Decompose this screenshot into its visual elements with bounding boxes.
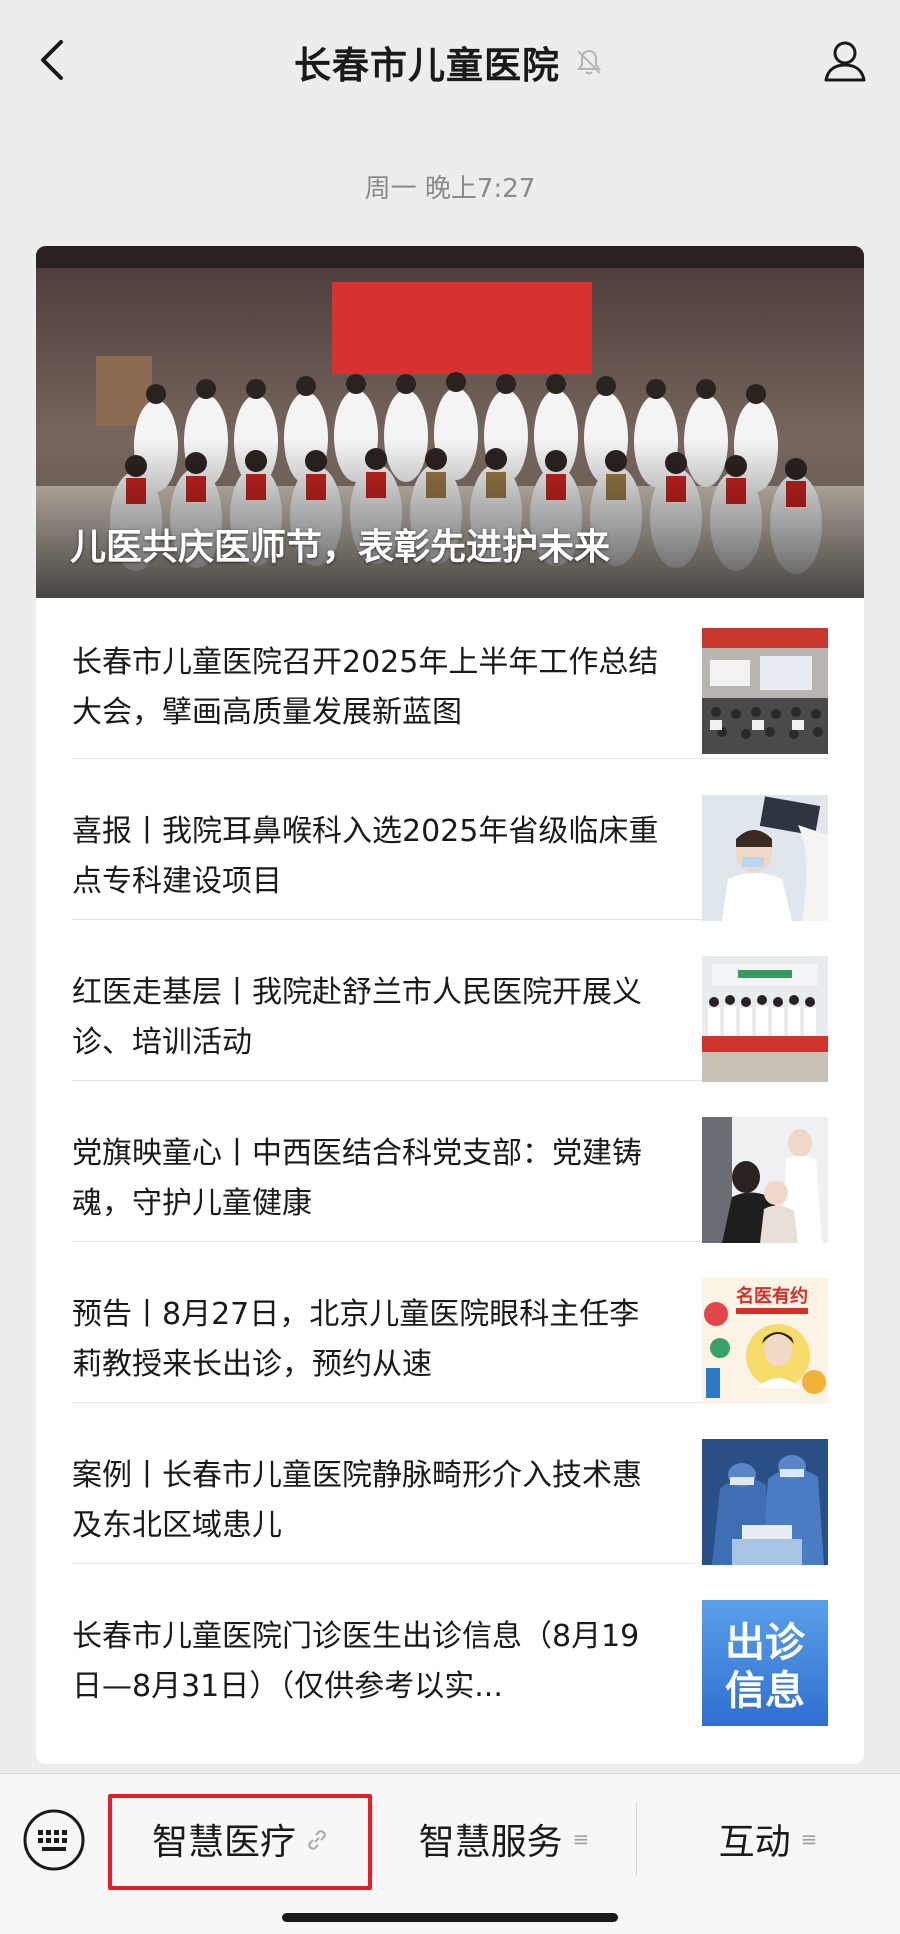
- doctor-xray-photo-icon: [702, 795, 828, 921]
- article-title: 案例丨长春市儿童医院静脉畸形介入技术惠及东北区域患儿: [72, 1458, 642, 1543]
- top-bar: 长春市儿童医院: [0, 0, 900, 120]
- famous-doctor-poster-icon: 名医有约: [702, 1278, 828, 1404]
- home-indicator: [282, 1913, 618, 1922]
- article-title: 预告丨8月27日，北京儿童医院眼科主任李莉教授来长出诊，预约从速: [72, 1297, 640, 1382]
- title-area: 长春市儿童医院: [0, 32, 900, 92]
- menu-smart-service[interactable]: 智慧服务 ≡: [372, 1774, 636, 1904]
- keyboard-toggle-button[interactable]: [22, 1808, 86, 1872]
- article-title: 长春市儿童医院门诊医生出诊信息（8月19日—8月31日）（仅供参考以实...: [72, 1619, 640, 1704]
- article-item[interactable]: 红医走基层丨我院赴舒兰市人民医院开展义诊、培训活动: [72, 920, 828, 1082]
- page-title: 长春市儿童医院: [294, 44, 560, 87]
- article-item[interactable]: 案例丨长春市儿童医院静脉畸形介入技术惠及东北区域患儿: [72, 1403, 828, 1565]
- doctor-child-photo-icon: [702, 1117, 828, 1243]
- article-thumbnail: [702, 1439, 828, 1565]
- person-icon: [824, 41, 866, 82]
- article-item[interactable]: 预告丨8月27日，北京儿童医院眼科主任李莉教授来长出诊，预约从速 名医有约: [72, 1242, 828, 1404]
- article-list: 长春市儿童医院召开2025年上半年工作总结大会，擘画高质量发展新蓝图 喜报丨我院…: [36, 598, 864, 1726]
- article-item[interactable]: 党旗映童心丨中西医结合科党支部：党建铸魂，守护儿童健康: [72, 1081, 828, 1243]
- keyboard-icon: [23, 1809, 85, 1871]
- article-item[interactable]: 长春市儿童医院召开2025年上半年工作总结大会，擘画高质量发展新蓝图: [72, 598, 828, 759]
- article-title: 喜报丨我院耳鼻喉科入选2025年省级临床重点专科建设项目: [72, 814, 659, 899]
- menu-icon: ≡: [572, 1827, 590, 1851]
- article-thumbnail: [702, 795, 828, 921]
- article-title: 党旗映童心丨中西医结合科党支部：党建铸魂，守护儿童健康: [72, 1136, 642, 1221]
- cover-title: 儿医共庆医师节，表彰先进护未来: [70, 527, 611, 568]
- article-item[interactable]: 长春市儿童医院门诊医生出诊信息（8月19日—8月31日）（仅供参考以实... 出…: [72, 1564, 828, 1726]
- menu-label: 智慧医疗: [151, 1822, 296, 1863]
- article-title: 长春市儿童医院召开2025年上半年工作总结大会，擘画高质量发展新蓝图: [72, 645, 659, 730]
- message-timestamp: 周一 晚上7:27: [364, 174, 536, 204]
- menu-label: 智慧服务: [418, 1822, 563, 1863]
- clinic-line-2: 信息: [725, 1669, 805, 1713]
- meeting-photo-icon: [702, 628, 828, 754]
- poster-title: 名医有约: [736, 1285, 808, 1306]
- article-thumbnail: [702, 1117, 828, 1243]
- article-thumbnail: 名医有约: [702, 1278, 828, 1404]
- muted-bell-icon: [574, 46, 606, 78]
- article-card: 儿医共庆医师节，表彰先进护未来 长春市儿童医院召开2025年上半年工作总结大会，…: [36, 246, 864, 1764]
- menu-interaction[interactable]: 互动 ≡: [636, 1774, 900, 1904]
- menu-label: 互动: [718, 1822, 791, 1863]
- group-photo-icon: [702, 956, 828, 1082]
- cover-article[interactable]: 儿医共庆医师节，表彰先进护未来: [36, 246, 864, 598]
- surgery-photo-icon: [702, 1439, 828, 1565]
- clinic-line-1: 出诊: [725, 1621, 806, 1665]
- article-item[interactable]: 喜报丨我院耳鼻喉科入选2025年省级临床重点专科建设项目: [72, 759, 828, 921]
- menu-smart-medical[interactable]: 智慧医疗: [108, 1774, 372, 1904]
- menu-icon: ≡: [800, 1827, 818, 1851]
- article-thumbnail: [702, 628, 828, 754]
- link-icon: [306, 1819, 328, 1860]
- bottom-menu-bar: 智慧医疗 智慧服务 ≡ 互动 ≡: [0, 1773, 900, 1934]
- article-title: 红医走基层丨我院赴舒兰市人民医院开展义诊、培训活动: [72, 975, 642, 1060]
- article-thumbnail: [702, 956, 828, 1082]
- article-thumbnail: 出诊 信息: [702, 1600, 828, 1726]
- clinic-info-poster-icon: 出诊 信息: [702, 1600, 828, 1726]
- profile-button[interactable]: [814, 30, 876, 92]
